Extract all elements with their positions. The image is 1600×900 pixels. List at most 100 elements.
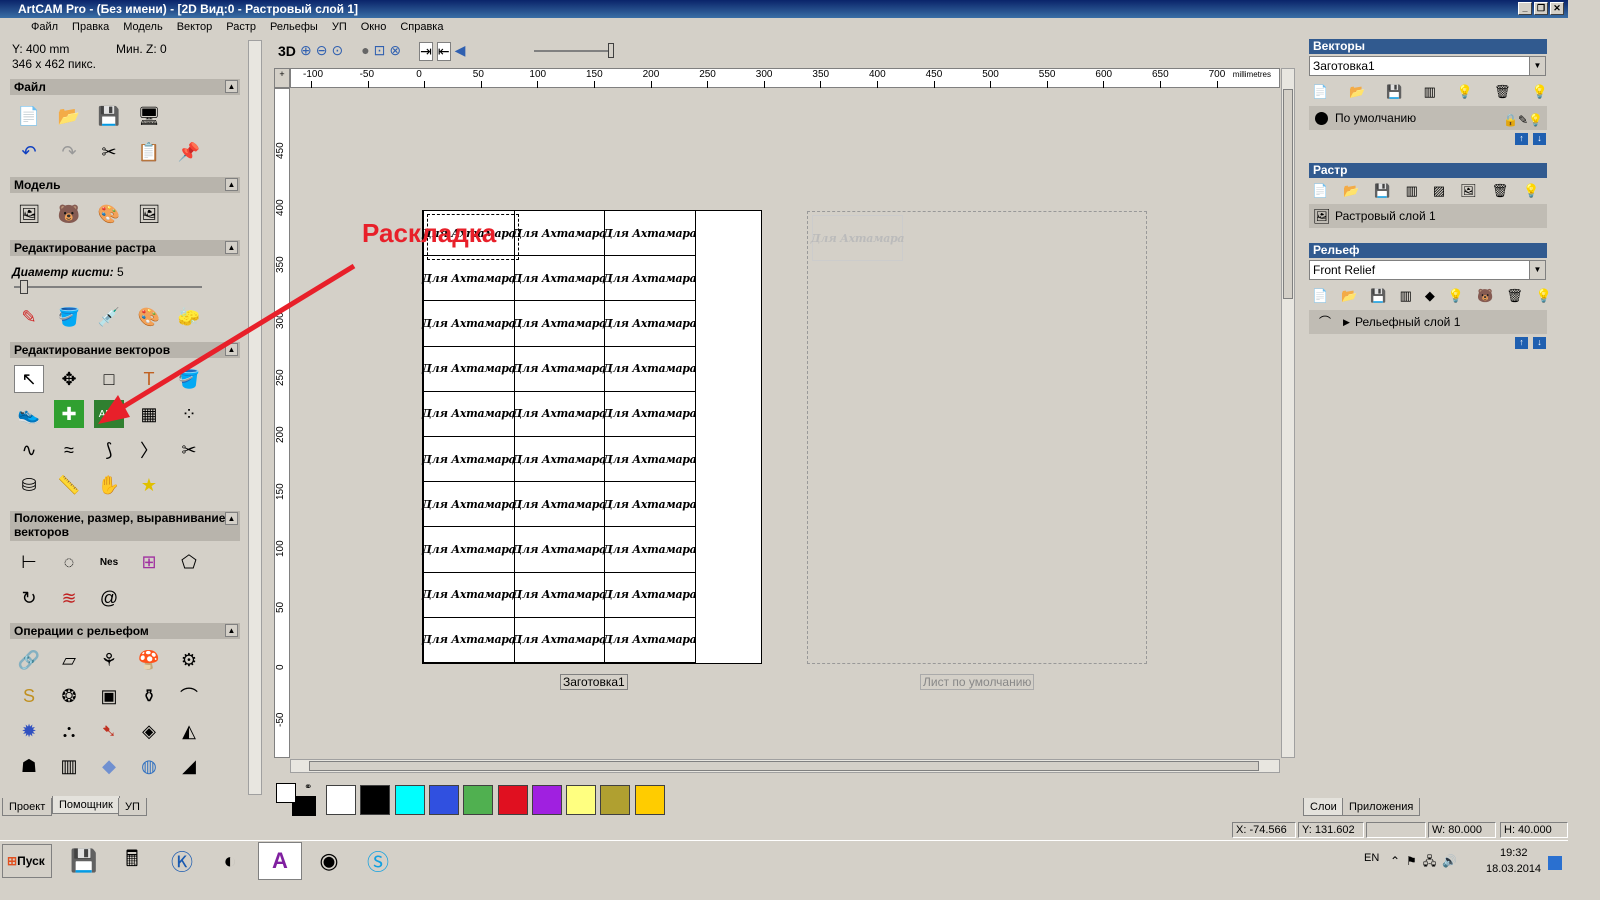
relief-arch-icon[interactable]: ⌒	[174, 682, 204, 710]
slider-thumb[interactable]	[608, 43, 614, 58]
paste-icon[interactable]: 📌	[174, 138, 204, 166]
magnifier-icon[interactable]: ◀	[455, 42, 466, 61]
show-ruler-icon[interactable]: ⇥	[419, 42, 433, 61]
zoom-slider[interactable]	[534, 43, 614, 58]
merge-icon[interactable]: ▥	[1400, 288, 1412, 304]
transform-icon[interactable]: ✥	[54, 365, 84, 393]
relief-icon-16[interactable]: ☗	[14, 752, 44, 780]
image-icon[interactable]: 🖼	[1460, 183, 1477, 199]
save-icon[interactable]: 💾	[94, 102, 124, 130]
hand-icon[interactable]: ✋	[94, 471, 124, 499]
merge-icon[interactable]: ▥	[1424, 84, 1436, 100]
save-icon[interactable]: 💾	[1374, 183, 1390, 199]
rectangle-icon[interactable]: □	[94, 365, 124, 393]
array-icon[interactable]: ⁘	[174, 400, 204, 428]
tab-layers[interactable]: Слои	[1303, 798, 1344, 816]
section-file[interactable]: Файл ▲	[10, 79, 240, 95]
relief-s-icon[interactable]: S	[14, 682, 44, 710]
relief-icon-17[interactable]: ▥	[54, 752, 84, 780]
layout-cell[interactable]: Для Ахтамара	[513, 301, 606, 347]
visibility-icon[interactable]: 💡	[1532, 84, 1548, 100]
relief-icon-12[interactable]: ⛬	[54, 717, 84, 745]
collapse-icon[interactable]: ▲	[225, 178, 238, 191]
color-swatch[interactable]	[600, 785, 631, 815]
zoom-previous-icon[interactable]: ⊙	[331, 42, 343, 61]
import-icon[interactable]: 🖥	[134, 102, 164, 130]
layout-cell[interactable]: Для Ахтамара	[422, 527, 516, 573]
section-vector-edit[interactable]: Редактирование векторов ▲	[10, 342, 240, 358]
close-button[interactable]: ✕	[1550, 2, 1564, 15]
relief-icon-5[interactable]: ⚙	[174, 646, 204, 674]
move-down-icon[interactable]: ↓	[1533, 133, 1546, 145]
menu-help[interactable]: Справка	[393, 18, 450, 36]
model-color-icon[interactable]: 🎨	[94, 200, 124, 228]
rotate-icon[interactable]: ↻	[14, 584, 44, 612]
layout-cell[interactable]: Для Ахтамара	[422, 346, 516, 392]
palette-icon[interactable]: 🎨	[134, 303, 164, 331]
collapse-icon[interactable]: ▲	[225, 512, 238, 525]
skype-icon[interactable]: Ⓢ	[356, 842, 400, 880]
copy-icon[interactable]: 📋	[134, 138, 164, 166]
delete-icon[interactable]: 🗑	[1506, 288, 1523, 304]
menu-model[interactable]: Модель	[116, 18, 169, 36]
layout-cell[interactable]: Для Ахтамара	[603, 482, 697, 528]
scroll-thumb[interactable]	[309, 761, 1259, 771]
layout-cell[interactable]: Для Ахтамара	[513, 256, 606, 302]
layout-cell[interactable]: Для Ахтамара	[422, 572, 516, 618]
shape-icon[interactable]: ⬠	[174, 548, 204, 576]
delete-icon[interactable]: 🗑	[1494, 84, 1511, 100]
zoom-all-icon[interactable]: ●	[361, 42, 369, 61]
vector-layer-default[interactable]: По умолчанию 🔒✎💡	[1309, 106, 1547, 130]
menu-reliefs[interactable]: Рельефы	[263, 18, 325, 36]
relief-icon-15[interactable]: ◭	[174, 717, 204, 745]
bear-icon[interactable]: 🐻	[1477, 288, 1493, 304]
add-icon[interactable]: ✚	[54, 400, 84, 428]
ruler-origin-icon[interactable]: +	[274, 68, 290, 88]
wave-icon[interactable]: ≈	[54, 436, 84, 464]
layout-cell[interactable]: Для Ахтамара	[422, 437, 516, 483]
start-button[interactable]: ⊞Пуск	[2, 844, 52, 878]
text-tool-icon[interactable]: T	[134, 365, 164, 393]
media-app-icon[interactable]: ◐	[208, 842, 252, 880]
table-icon[interactable]: ▦	[134, 400, 164, 428]
relief-combo[interactable]: Front Relief ▼	[1309, 260, 1546, 280]
nesting-icon[interactable]: Nes	[94, 548, 124, 576]
menu-vector[interactable]: Вектор	[170, 18, 220, 36]
tray-icons[interactable]: ⌃⚑🖧🔊	[1390, 852, 1463, 873]
group-icon[interactable]: ⊞	[134, 548, 164, 576]
relief-icon-13[interactable]: ➷	[94, 717, 124, 745]
open-icon[interactable]: 📂	[1349, 84, 1365, 100]
layout-cell[interactable]: Для Ахтамара	[513, 346, 606, 392]
collapse-icon[interactable]: ▲	[225, 241, 238, 254]
3d-view-button[interactable]: 3D	[278, 43, 296, 59]
default-sheet[interactable]	[807, 211, 1147, 664]
save-icon[interactable]: 💾	[1386, 84, 1402, 100]
zoom-out-icon[interactable]: ⊖	[316, 42, 328, 61]
star-icon[interactable]: ★	[134, 471, 164, 499]
layout-cell[interactable]: Для Ахтамара	[603, 211, 697, 257]
relief-icon-2[interactable]: ▱	[54, 646, 84, 674]
text-layout-icon[interactable]: ABC	[94, 400, 124, 428]
color-swatch[interactable]	[634, 785, 665, 815]
open-icon[interactable]: 📂	[1343, 183, 1359, 199]
layout-cell[interactable]: Для Ахтамара	[603, 301, 697, 347]
zoom-in-icon[interactable]: ⊕	[300, 42, 312, 61]
model-picture-icon[interactable]: 🖼	[134, 200, 164, 228]
layout-cell[interactable]: Для Ахтамара	[513, 572, 606, 618]
brush-slider[interactable]	[14, 280, 202, 294]
vectors-combo[interactable]: Заготовка1 ▼	[1309, 56, 1546, 76]
vertical-scrollbar[interactable]	[1281, 68, 1295, 758]
layout-cell[interactable]: Для Ахтамара	[513, 437, 606, 483]
zoom-box-icon[interactable]: ⊡	[374, 42, 386, 61]
open-icon[interactable]: 📂	[1341, 288, 1357, 304]
relief-star-icon[interactable]: ✹	[14, 717, 44, 745]
layout-cell[interactable]: Для Ахтамара	[513, 617, 606, 663]
calculator-icon[interactable]: 🖩	[110, 842, 154, 880]
save-app-icon[interactable]: 💾	[62, 842, 106, 880]
layout-cell[interactable]: Для Ахтамара	[513, 527, 606, 573]
move-down-icon[interactable]: ↓	[1533, 337, 1546, 349]
layout-cell[interactable]: Для Ахтамара	[513, 391, 606, 437]
merge-icon[interactable]: ▥	[1406, 183, 1418, 199]
chevron-down-icon[interactable]: ▼	[1529, 261, 1545, 279]
hide-ruler-icon[interactable]: ⇤	[436, 42, 451, 61]
